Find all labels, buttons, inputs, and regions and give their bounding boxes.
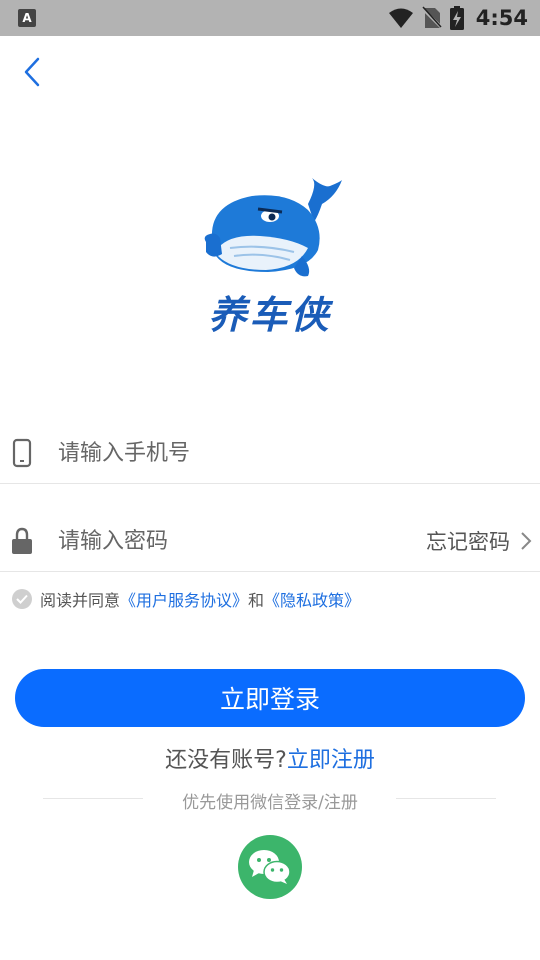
- forgot-password-label: 忘记密码: [426, 530, 510, 554]
- agreement-connector: 和: [248, 591, 265, 610]
- phone-icon: [12, 438, 32, 468]
- wechat-login-button[interactable]: [238, 835, 302, 899]
- wechat-icon: [249, 850, 291, 884]
- agreement-prefix: 阅读并同意: [40, 591, 121, 610]
- back-button[interactable]: [14, 52, 50, 92]
- login-button[interactable]: 立即登录: [15, 669, 525, 727]
- register-link[interactable]: 立即注册: [287, 748, 375, 773]
- wechat-tip: 优先使用微信登录/注册: [182, 793, 358, 813]
- phone-divider: [0, 483, 540, 484]
- terms-link[interactable]: 《用户服务协议》: [120, 587, 248, 611]
- wifi-icon: [388, 8, 413, 28]
- tip-divider-right: [396, 798, 496, 799]
- privacy-link[interactable]: 《隐私政策》: [264, 587, 360, 611]
- wechat-tip-row: 优先使用微信登录/注册: [0, 786, 540, 813]
- register-prompt: 还没有账号?: [165, 748, 287, 773]
- battery-charging-icon: [449, 6, 464, 30]
- password-divider: [0, 571, 540, 572]
- agreement-row: 阅读并同意 《用户服务协议》 和 《隐私政策》: [12, 587, 360, 611]
- password-input[interactable]: [58, 524, 398, 558]
- brand-name: 养车侠: [208, 293, 332, 337]
- app-notification-icon: A: [18, 9, 36, 27]
- chevron-right-icon: [521, 532, 532, 550]
- status-time: 4:54: [475, 6, 528, 30]
- whale-mascot-icon: [204, 178, 342, 277]
- register-row: 还没有账号?立即注册: [0, 742, 540, 774]
- phone-field-row: [0, 418, 540, 488]
- phone-input[interactable]: [58, 436, 398, 470]
- no-sim-icon: [421, 6, 442, 30]
- lock-icon: [12, 527, 32, 554]
- status-bar: A 4:54: [0, 0, 540, 36]
- forgot-password-link[interactable]: 忘记密码: [426, 526, 532, 556]
- agreement-checkbox[interactable]: [12, 589, 32, 609]
- chevron-left-icon: [24, 57, 40, 87]
- password-field-row: 忘记密码: [0, 506, 540, 576]
- status-icons: 4:54: [388, 0, 528, 36]
- check-icon: [16, 594, 28, 604]
